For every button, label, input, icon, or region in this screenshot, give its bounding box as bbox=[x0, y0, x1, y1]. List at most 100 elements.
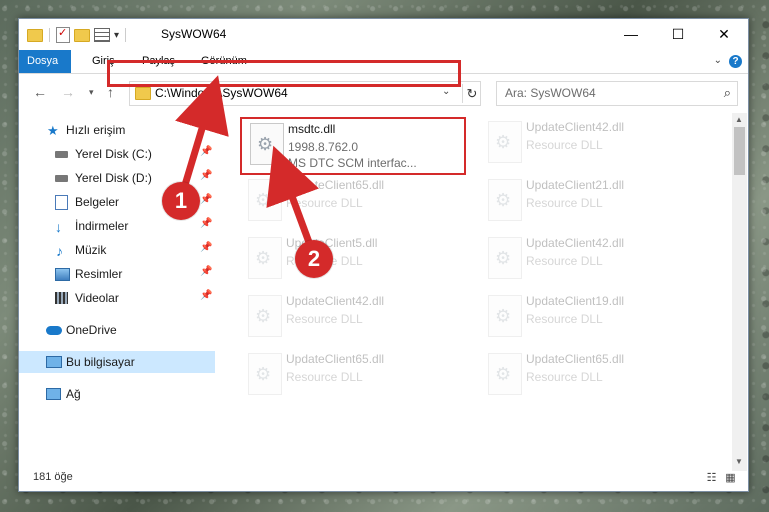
navigation-pane: ★ Hızlı erişim Yerel Disk (C:) 📌 Yerel D… bbox=[19, 113, 215, 461]
dll-file-icon bbox=[488, 237, 522, 279]
pin-icon[interactable]: 📌 bbox=[200, 266, 212, 277]
file-tile[interactable]: UpdateClient5.dll Resource DLL bbox=[240, 233, 472, 289]
back-arrow-icon[interactable]: ← bbox=[33, 84, 47, 100]
sidebar-item-onedrive[interactable]: OneDrive bbox=[19, 319, 215, 341]
step-badge-2: 2 bbox=[295, 240, 333, 278]
maximize-button[interactable]: ☐ bbox=[655, 19, 701, 49]
sidebar-item-label: Bu bilgisayar bbox=[66, 355, 135, 369]
explorer-window: ▾ SysWOW64 — ☐ ✕ Dosya Giriş Paylaş Görü… bbox=[18, 18, 749, 492]
view-icon[interactable] bbox=[94, 28, 110, 42]
dll-file-icon bbox=[488, 179, 522, 221]
file-name: msdtc.dll bbox=[288, 122, 336, 136]
file-tile[interactable]: UpdateClient65.dll Resource DLL bbox=[240, 175, 472, 231]
pictures-icon bbox=[55, 268, 70, 281]
computer-icon bbox=[46, 356, 62, 368]
details-view-icon[interactable]: ☷ bbox=[704, 471, 719, 484]
title-bar: ▾ SysWOW64 — ☐ ✕ bbox=[19, 19, 748, 50]
sidebar-item-label: Resimler bbox=[75, 267, 123, 281]
sidebar-item-label: İndirmeler bbox=[75, 219, 129, 233]
sidebar-item-label: Videolar bbox=[75, 291, 119, 305]
sidebar-item-label: Hızlı erişim bbox=[66, 123, 126, 137]
pin-icon[interactable]: 📌 bbox=[200, 170, 212, 181]
file-tile[interactable]: UpdateClient42.dll Resource DLL bbox=[480, 117, 712, 173]
cloud-icon bbox=[46, 326, 62, 335]
sidebar-item-music[interactable]: ♪ Müzik 📌 bbox=[19, 239, 215, 261]
sidebar-item-videos[interactable]: Videolar 📌 bbox=[19, 287, 215, 309]
pin-icon[interactable]: 📌 bbox=[200, 194, 212, 205]
refresh-icon[interactable]: ↻ bbox=[462, 84, 481, 103]
item-count: 181 öğe bbox=[33, 471, 73, 483]
pin-icon[interactable]: 📌 bbox=[200, 146, 212, 157]
sidebar-item-label: Ağ bbox=[66, 387, 81, 401]
file-name: UpdateClient42.dll bbox=[526, 236, 625, 250]
star-icon: ★ bbox=[47, 123, 59, 138]
recent-locations-icon[interactable]: ▾ bbox=[89, 87, 94, 98]
chevron-down-icon[interactable]: ⌄ bbox=[714, 55, 722, 66]
tab-dosya[interactable]: Dosya bbox=[19, 50, 71, 73]
sidebar-item-quick-access[interactable]: ★ Hızlı erişim bbox=[19, 119, 215, 141]
search-icon[interactable]: ⌕ bbox=[724, 85, 731, 101]
file-name: UpdateClient21.dll bbox=[526, 178, 625, 192]
file-tile[interactable]: UpdateClient42.dll Resource DLL bbox=[240, 291, 472, 347]
forward-arrow-icon[interactable]: → bbox=[61, 84, 75, 100]
dll-file-icon bbox=[248, 237, 282, 279]
dll-file-icon bbox=[248, 179, 282, 221]
help-icon[interactable]: ? bbox=[729, 55, 742, 68]
sidebar-item-disk-c[interactable]: Yerel Disk (C:) 📌 bbox=[19, 143, 215, 165]
close-button[interactable]: ✕ bbox=[701, 19, 747, 49]
status-bar: 181 öğe ☷ ▦ bbox=[19, 468, 748, 490]
file-tile-msdtc[interactable]: msdtc.dll 1998.8.762.0 MS DTC SCM interf… bbox=[240, 117, 466, 175]
minimize-button[interactable]: — bbox=[608, 19, 654, 49]
drive-icon bbox=[55, 175, 68, 182]
vertical-scrollbar[interactable]: ▲ ▼ bbox=[732, 113, 747, 471]
address-highlight-box bbox=[107, 60, 461, 87]
file-description: MS DTC SCM interfac... bbox=[288, 156, 417, 170]
scroll-up-icon[interactable]: ▲ bbox=[735, 115, 743, 124]
network-icon bbox=[46, 388, 61, 400]
folder-icon bbox=[27, 28, 43, 42]
window-title: SysWOW64 bbox=[161, 27, 227, 41]
address-path[interactable]: C:\Windows\SysWOW64 bbox=[155, 86, 288, 100]
file-tile[interactable]: UpdateClient42.dll Resource DLL bbox=[480, 233, 712, 289]
file-view: msdtc.dll 1998.8.762.0 MS DTC SCM interf… bbox=[232, 113, 732, 461]
new-folder-icon[interactable] bbox=[74, 28, 90, 42]
sidebar-item-label: Yerel Disk (C:) bbox=[75, 147, 152, 161]
pin-icon[interactable]: 📌 bbox=[200, 290, 212, 301]
dll-file-icon bbox=[488, 295, 522, 337]
scrollbar-thumb[interactable] bbox=[734, 127, 745, 175]
file-description: Resource DLL bbox=[286, 370, 363, 384]
dll-file-icon bbox=[250, 123, 284, 165]
music-icon: ♪ bbox=[56, 243, 63, 259]
tiles-view-icon[interactable]: ▦ bbox=[723, 471, 738, 484]
sidebar-item-label: Yerel Disk (D:) bbox=[75, 171, 152, 185]
videos-icon bbox=[55, 292, 68, 304]
sidebar-item-label: OneDrive bbox=[66, 323, 117, 337]
scroll-down-icon[interactable]: ▼ bbox=[735, 457, 743, 466]
file-description: Resource DLL bbox=[286, 312, 363, 326]
sidebar-item-network[interactable]: Ağ bbox=[19, 383, 215, 405]
dll-file-icon bbox=[488, 353, 522, 395]
search-input[interactable]: Ara: SysWOW64 ⌕ bbox=[496, 81, 738, 106]
folder-icon bbox=[135, 87, 151, 100]
separator bbox=[125, 28, 127, 42]
file-tile[interactable]: UpdateClient65.dll Resource DLL bbox=[240, 349, 472, 405]
chevron-down-icon[interactable]: ▾ bbox=[114, 30, 119, 41]
separator bbox=[49, 28, 50, 42]
sidebar-item-pictures[interactable]: Resimler 📌 bbox=[19, 263, 215, 285]
dll-file-icon bbox=[488, 121, 522, 163]
file-name: UpdateClient65.dll bbox=[286, 178, 385, 192]
chevron-down-icon[interactable]: ⌄ bbox=[442, 86, 450, 97]
file-tile[interactable]: UpdateClient21.dll Resource DLL bbox=[480, 175, 712, 231]
file-description: Resource DLL bbox=[526, 254, 603, 268]
sidebar-item-this-pc[interactable]: Bu bilgisayar bbox=[19, 351, 215, 373]
pin-icon[interactable]: 📌 bbox=[200, 242, 212, 253]
file-tile[interactable]: UpdateClient65.dll Resource DLL bbox=[480, 349, 712, 405]
pin-icon[interactable]: 📌 bbox=[200, 218, 212, 229]
file-tile[interactable]: UpdateClient19.dll Resource DLL bbox=[480, 291, 712, 347]
dll-file-icon bbox=[248, 295, 282, 337]
properties-icon[interactable] bbox=[56, 26, 70, 43]
dll-file-icon bbox=[248, 353, 282, 395]
file-name: UpdateClient42.dll bbox=[286, 294, 385, 308]
step-badge-1: 1 bbox=[162, 182, 200, 220]
file-version: 1998.8.762.0 bbox=[288, 140, 359, 154]
